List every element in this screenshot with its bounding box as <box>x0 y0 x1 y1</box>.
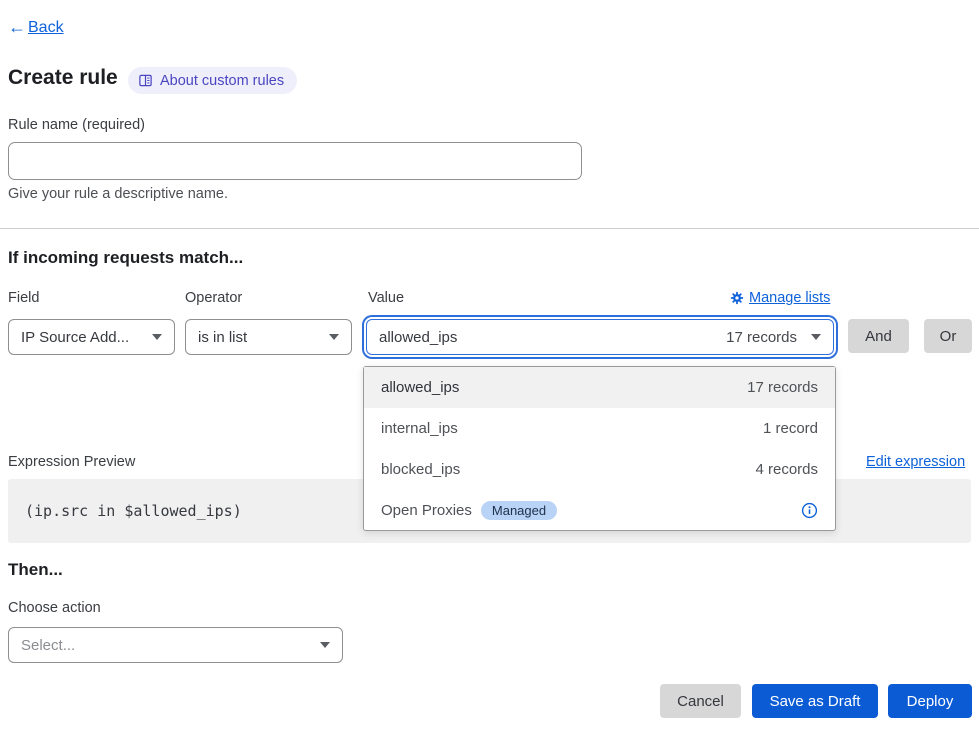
field-label: Field <box>8 290 39 306</box>
action-select-placeholder: Select... <box>21 637 320 654</box>
rule-name-helper: Give your rule a descriptive name. <box>8 186 228 202</box>
value-select-value: allowed_ips <box>379 329 726 346</box>
rule-name-label: Rule name (required) <box>8 117 145 133</box>
list-option-internal-ips[interactable]: internal_ips 1 record <box>364 408 835 449</box>
list-option-name: internal_ips <box>381 420 458 437</box>
operator-select[interactable]: is in list <box>185 319 352 355</box>
expression-preview-label: Expression Preview <box>8 454 135 470</box>
save-as-draft-button[interactable]: Save as Draft <box>752 684 878 718</box>
list-option-allowed-ips[interactable]: allowed_ips 17 records <box>364 367 835 408</box>
chevron-down-icon <box>152 334 162 340</box>
deploy-button[interactable]: Deploy <box>888 684 972 718</box>
gear-icon <box>730 291 744 305</box>
chevron-down-icon <box>811 334 821 340</box>
edit-expression-link[interactable]: Edit expression <box>866 454 965 470</box>
book-icon <box>138 73 153 88</box>
list-dropdown-menu: allowed_ips 17 records internal_ips 1 re… <box>363 366 836 531</box>
action-select[interactable]: Select... <box>8 627 343 663</box>
back-arrow-icon: ← <box>8 17 26 38</box>
chevron-down-icon <box>329 334 339 340</box>
value-select-record-count: 17 records <box>726 329 797 346</box>
and-button[interactable]: And <box>848 319 909 353</box>
expression-code-text: (ip.src in $allowed_ips) <box>25 502 242 520</box>
field-select-value: IP Source Add... <box>21 329 152 346</box>
list-option-name: allowed_ips <box>381 379 459 396</box>
section-divider <box>0 228 979 229</box>
value-select[interactable]: allowed_ips 17 records <box>366 319 834 355</box>
managed-badge: Managed <box>481 501 557 520</box>
about-custom-rules-link[interactable]: About custom rules <box>128 67 297 94</box>
back-link[interactable]: ← Back <box>8 17 64 38</box>
or-button[interactable]: Or <box>924 319 972 353</box>
chevron-down-icon <box>320 642 330 648</box>
value-label: Value <box>368 290 404 306</box>
back-link-label: Back <box>28 19 64 37</box>
rule-name-input[interactable] <box>8 142 582 180</box>
field-select[interactable]: IP Source Add... <box>8 319 175 355</box>
cancel-button[interactable]: Cancel <box>660 684 741 718</box>
list-option-open-proxies[interactable]: Open Proxies Managed <box>364 490 835 531</box>
choose-action-label: Choose action <box>8 600 101 616</box>
then-section-heading: Then... <box>8 560 63 580</box>
list-option-record-count: 4 records <box>755 461 818 478</box>
page-title: Create rule <box>8 66 118 90</box>
manage-lists-link[interactable]: Manage lists <box>730 290 830 306</box>
list-option-name: blocked_ips <box>381 461 460 478</box>
operator-select-value: is in list <box>198 329 329 346</box>
info-icon[interactable] <box>801 502 818 519</box>
match-section-heading: If incoming requests match... <box>8 248 243 268</box>
list-option-name: Open Proxies <box>381 502 472 519</box>
list-option-record-count: 17 records <box>747 379 818 396</box>
create-rule-page: ← Back Create rule About custom rules Ru… <box>0 0 979 739</box>
about-badge-label: About custom rules <box>160 73 284 89</box>
list-option-blocked-ips[interactable]: blocked_ips 4 records <box>364 449 835 490</box>
list-option-record-count: 1 record <box>763 420 818 437</box>
manage-lists-label: Manage lists <box>749 290 830 306</box>
operator-label: Operator <box>185 290 242 306</box>
